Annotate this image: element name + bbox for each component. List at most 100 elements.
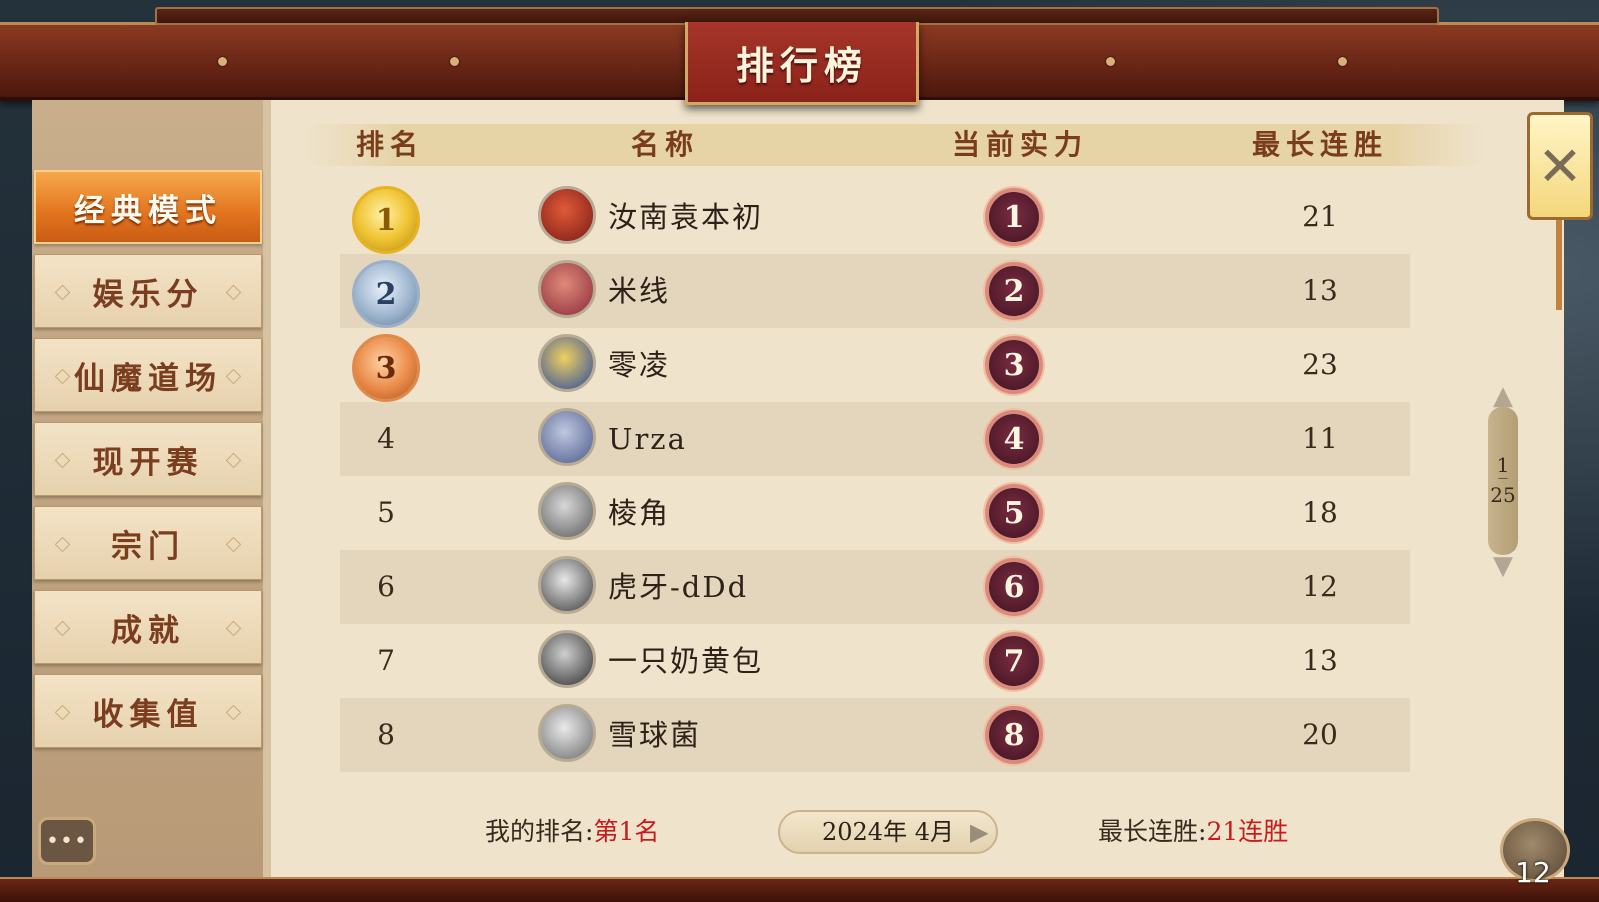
diamond-ornament-icon — [54, 620, 71, 637]
sidebar-item-sect[interactable]: 宗门 — [34, 506, 262, 580]
power-badge: 7 — [985, 632, 1043, 690]
chevron-right-icon[interactable]: ▶ — [970, 818, 990, 846]
diamond-ornament-icon — [54, 704, 71, 721]
page-scroller[interactable]: ▲ 1 — 25 ▼ — [1484, 383, 1522, 579]
stud-decoration — [1106, 57, 1115, 66]
silver-medal-icon: 2 — [352, 260, 420, 328]
sidebar-item-label: 娱乐分 — [92, 276, 204, 313]
diamond-ornament-icon — [225, 368, 242, 385]
diamond-ornament-icon — [225, 284, 242, 301]
bottom-beam — [0, 877, 1599, 902]
power-badge: 2 — [985, 262, 1043, 320]
bronze-medal-icon: 3 — [352, 334, 420, 402]
rank-number: 6 — [377, 570, 395, 603]
best-streak-value: 21连胜 — [1206, 817, 1289, 846]
date-selector[interactable]: 2024年 4月 — [778, 810, 998, 854]
lantern-tassel — [1556, 220, 1562, 310]
sidebar-item-immortal-arena[interactable]: 仙魔道场 — [34, 338, 262, 412]
page-total: 25 — [1490, 483, 1516, 507]
sidebar-item-entertainment[interactable]: 娱乐分 — [34, 254, 262, 328]
sidebar-item-collection[interactable]: 收集值 — [34, 674, 262, 748]
player-name: 一只奶黄包 — [608, 644, 764, 678]
power-badge: 3 — [985, 336, 1043, 394]
avatar — [538, 334, 596, 392]
date-value: 2024年 4月 — [822, 818, 954, 846]
table-row[interactable]: 7 一只奶黄包 7 13 — [340, 624, 1410, 698]
diamond-ornament-icon — [54, 536, 71, 553]
diamond-ornament-icon — [54, 284, 71, 301]
table-header: 排名 名称 当前实力 最长连胜 — [305, 124, 1485, 166]
streak-value: 13 — [1302, 274, 1338, 307]
my-rank-value: 第1名 — [593, 817, 660, 846]
power-badge: 1 — [985, 188, 1043, 246]
stud-decoration — [1338, 57, 1347, 66]
avatar — [538, 482, 596, 540]
rank-number: 8 — [377, 718, 395, 751]
stud-decoration — [218, 57, 227, 66]
sidebar-item-open-match[interactable]: 现开赛 — [34, 422, 262, 496]
sidebar-item-classic-mode[interactable]: 经典模式 — [34, 170, 262, 244]
player-name: Urza — [608, 422, 687, 456]
header-rank: 排名 — [355, 128, 424, 161]
player-name: 米线 — [608, 274, 671, 308]
table-row[interactable]: 3 零凌 3 23 — [340, 328, 1410, 402]
scroll-up-icon[interactable]: ▲ — [1484, 383, 1522, 409]
player-name: 棱角 — [608, 496, 671, 530]
player-name: 虎牙-dDd — [608, 570, 749, 604]
streak-value: 21 — [1302, 200, 1338, 233]
sidebar-item-achievements[interactable]: 成就 — [34, 590, 262, 664]
power-badge: 6 — [985, 558, 1043, 616]
rank-number: 7 — [377, 644, 395, 677]
diamond-ornament-icon — [225, 536, 242, 553]
power-badge: 5 — [985, 484, 1043, 542]
sidebar-item-label: 仙魔道场 — [74, 360, 222, 397]
stud-decoration — [450, 57, 459, 66]
best-streak-label: 最长连胜: — [1098, 817, 1207, 846]
table-row[interactable]: 6 虎牙-dDd 6 12 — [340, 550, 1410, 624]
streak-value: 18 — [1302, 496, 1338, 529]
gold-medal-icon: 1 — [352, 186, 420, 254]
diamond-ornament-icon — [54, 452, 71, 469]
streak-value: 23 — [1302, 348, 1338, 381]
sidebar-item-label: 收集值 — [92, 696, 204, 733]
rank-number: 4 — [377, 422, 395, 455]
avatar — [538, 408, 596, 466]
power-badge: 8 — [985, 706, 1043, 764]
avatar — [538, 630, 596, 688]
diamond-ornament-icon — [54, 368, 71, 385]
rank-number: 5 — [377, 496, 395, 529]
avatar — [538, 260, 596, 318]
avatar — [538, 704, 596, 762]
table-row[interactable]: 5 棱角 5 18 — [340, 476, 1410, 550]
my-rank-label: 我的排名: — [485, 817, 594, 846]
header-name: 名称 — [630, 128, 699, 161]
diamond-ornament-icon — [225, 452, 242, 469]
table-row[interactable]: 2 米线 2 13 — [340, 254, 1410, 328]
table-row[interactable]: 8 雪球菌 8 20 — [340, 698, 1410, 772]
table-row[interactable]: 4 Urza 4 11 — [340, 402, 1410, 476]
player-name: 零凌 — [608, 348, 671, 382]
header-streak: 最长连胜 — [1251, 128, 1388, 161]
sidebar-item-label: 成就 — [111, 612, 185, 649]
streak-value: 12 — [1302, 570, 1338, 603]
scroll-down-icon[interactable]: ▼ — [1484, 553, 1522, 579]
chat-icon[interactable]: ••• — [38, 817, 96, 865]
badge-count: 12 — [1515, 856, 1551, 889]
avatar — [538, 186, 596, 244]
page-separator: — — [1498, 473, 1508, 484]
diamond-ornament-icon — [225, 620, 242, 637]
diamond-ornament-icon — [225, 704, 242, 721]
avatar — [538, 556, 596, 614]
streak-value: 20 — [1302, 718, 1338, 751]
page-title: 排行榜 — [685, 22, 919, 105]
table-row[interactable]: 1 汝南袁本初 1 21 — [340, 180, 1410, 254]
streak-value: 13 — [1302, 644, 1338, 677]
player-name: 汝南袁本初 — [608, 200, 764, 234]
sidebar-item-label: 现开赛 — [92, 444, 204, 481]
close-icon[interactable]: ✕ — [1527, 112, 1593, 220]
power-badge: 4 — [985, 410, 1043, 468]
sidebar-item-label: 经典模式 — [74, 192, 222, 229]
my-rank: 我的排名:第1名 — [485, 812, 659, 852]
best-streak: 最长连胜:21连胜 — [1098, 812, 1288, 852]
streak-value: 11 — [1302, 422, 1338, 455]
